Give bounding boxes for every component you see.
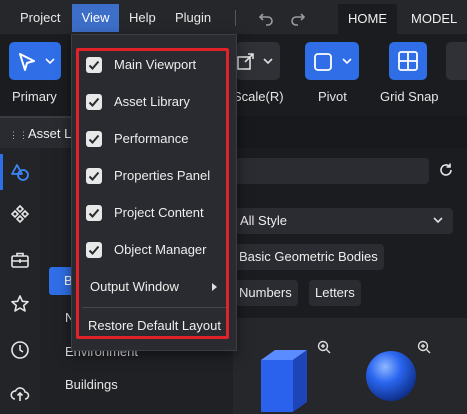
undo-icon[interactable] <box>258 10 274 26</box>
view-menu-item-label: Main Viewport <box>114 57 197 72</box>
tree-item-buildings[interactable]: Buildings <box>65 377 118 392</box>
view-menu-item-restore-default-layout[interactable]: Restore Default Layout <box>72 311 236 341</box>
menu-separator <box>235 10 236 26</box>
submenu-arrow-icon <box>212 283 217 291</box>
asset-library-tab-label: Asset L <box>28 126 72 141</box>
shapes-icon[interactable] <box>10 162 30 182</box>
tab-home[interactable]: HOME <box>338 4 397 34</box>
pivot-icon <box>314 53 332 71</box>
tab-model[interactable]: MODEL <box>401 4 467 34</box>
scale-icon <box>237 53 254 70</box>
checkbox-checked-icon[interactable] <box>86 242 102 258</box>
chip-letters[interactable]: Letters <box>309 280 361 306</box>
components-icon[interactable] <box>10 204 30 224</box>
scale-tool-button[interactable] <box>236 42 280 80</box>
asset-content-area: All Style Basic Geometric Bodies Numbers… <box>229 148 467 414</box>
view-menu-item-performance[interactable]: Performance <box>72 124 236 154</box>
view-menu-item-properties-panel[interactable]: Properties Panel <box>72 161 236 191</box>
view-menu-item-label: Project Content <box>114 205 204 220</box>
primary-label: Primary <box>12 89 57 104</box>
view-menu-item-main-viewport[interactable]: Main Viewport <box>72 50 236 80</box>
zoom-in-icon[interactable] <box>317 340 331 354</box>
search-input[interactable] <box>229 158 429 184</box>
view-menu-item-label: Object Manager <box>114 242 207 257</box>
checkbox-checked-icon[interactable] <box>86 131 102 147</box>
chevron-down-icon <box>263 58 273 65</box>
checkbox-checked-icon[interactable] <box>86 57 102 73</box>
view-menu-item-label: Asset Library <box>114 94 190 109</box>
view-menu-item-output-window[interactable]: Output Window <box>72 272 236 302</box>
chevron-down-icon <box>45 58 55 65</box>
chevron-down-icon <box>342 58 352 65</box>
cube-thumbnail[interactable] <box>255 346 315 414</box>
star-icon[interactable] <box>10 294 30 314</box>
output-window-label: Output Window <box>90 279 179 294</box>
menu-bar: Project View Help Plugin HOME MODEL <box>0 0 467 34</box>
more-tool-button[interactable] <box>446 42 467 80</box>
scale-label: Scale(R) <box>233 89 284 104</box>
sphere-thumbnail[interactable] <box>363 348 419 404</box>
style-filter-value: All Style <box>240 213 287 228</box>
style-filter-select[interactable]: All Style <box>233 208 453 234</box>
chip-numbers[interactable]: Numbers <box>233 280 298 306</box>
checkbox-checked-icon[interactable] <box>86 168 102 184</box>
asset-preview-grid <box>233 318 467 414</box>
clock-icon[interactable] <box>10 340 30 360</box>
menu-view[interactable]: View <box>72 4 119 32</box>
rail-active-indicator <box>0 154 3 190</box>
menu-plugin[interactable]: Plugin <box>167 4 219 32</box>
pivot-label: Pivot <box>318 89 347 104</box>
view-menu-item-object-manager[interactable]: Object Manager <box>72 235 236 265</box>
checkbox-checked-icon[interactable] <box>86 94 102 110</box>
checkbox-checked-icon[interactable] <box>86 205 102 221</box>
restore-default-layout-label: Restore Default Layout <box>88 318 221 333</box>
menu-project[interactable]: Project <box>12 4 68 32</box>
drag-handle-icon[interactable]: ⋮⋮ <box>9 130 29 141</box>
select-tool-button[interactable] <box>9 42 61 80</box>
menu-help[interactable]: Help <box>121 4 164 32</box>
menu-divider <box>82 307 228 308</box>
chip-basic-geometric-bodies[interactable]: Basic Geometric Bodies <box>233 244 384 270</box>
view-menu-item-asset-library[interactable]: Asset Library <box>72 87 236 117</box>
view-menu-item-label: Performance <box>114 131 189 146</box>
grid-icon <box>398 51 418 71</box>
pivot-button[interactable] <box>305 42 359 80</box>
cursor-arrow-icon <box>19 53 35 71</box>
view-menu-item-label: Properties Panel <box>114 168 211 183</box>
view-menu-item-project-content[interactable]: Project Content <box>72 198 236 228</box>
toolbox-icon[interactable] <box>10 250 30 270</box>
icon-rail <box>0 148 40 414</box>
grid-snap-button[interactable] <box>389 42 427 80</box>
zoom-in-icon[interactable] <box>417 340 431 354</box>
upload-cloud-icon[interactable] <box>10 384 30 404</box>
chevron-down-icon <box>433 217 443 224</box>
refresh-icon[interactable] <box>438 162 454 178</box>
grid-snap-label: Grid Snap <box>380 89 439 104</box>
redo-icon[interactable] <box>290 10 306 26</box>
view-menu-items: Main Viewport Asset Library Performance Pro… <box>72 35 236 350</box>
